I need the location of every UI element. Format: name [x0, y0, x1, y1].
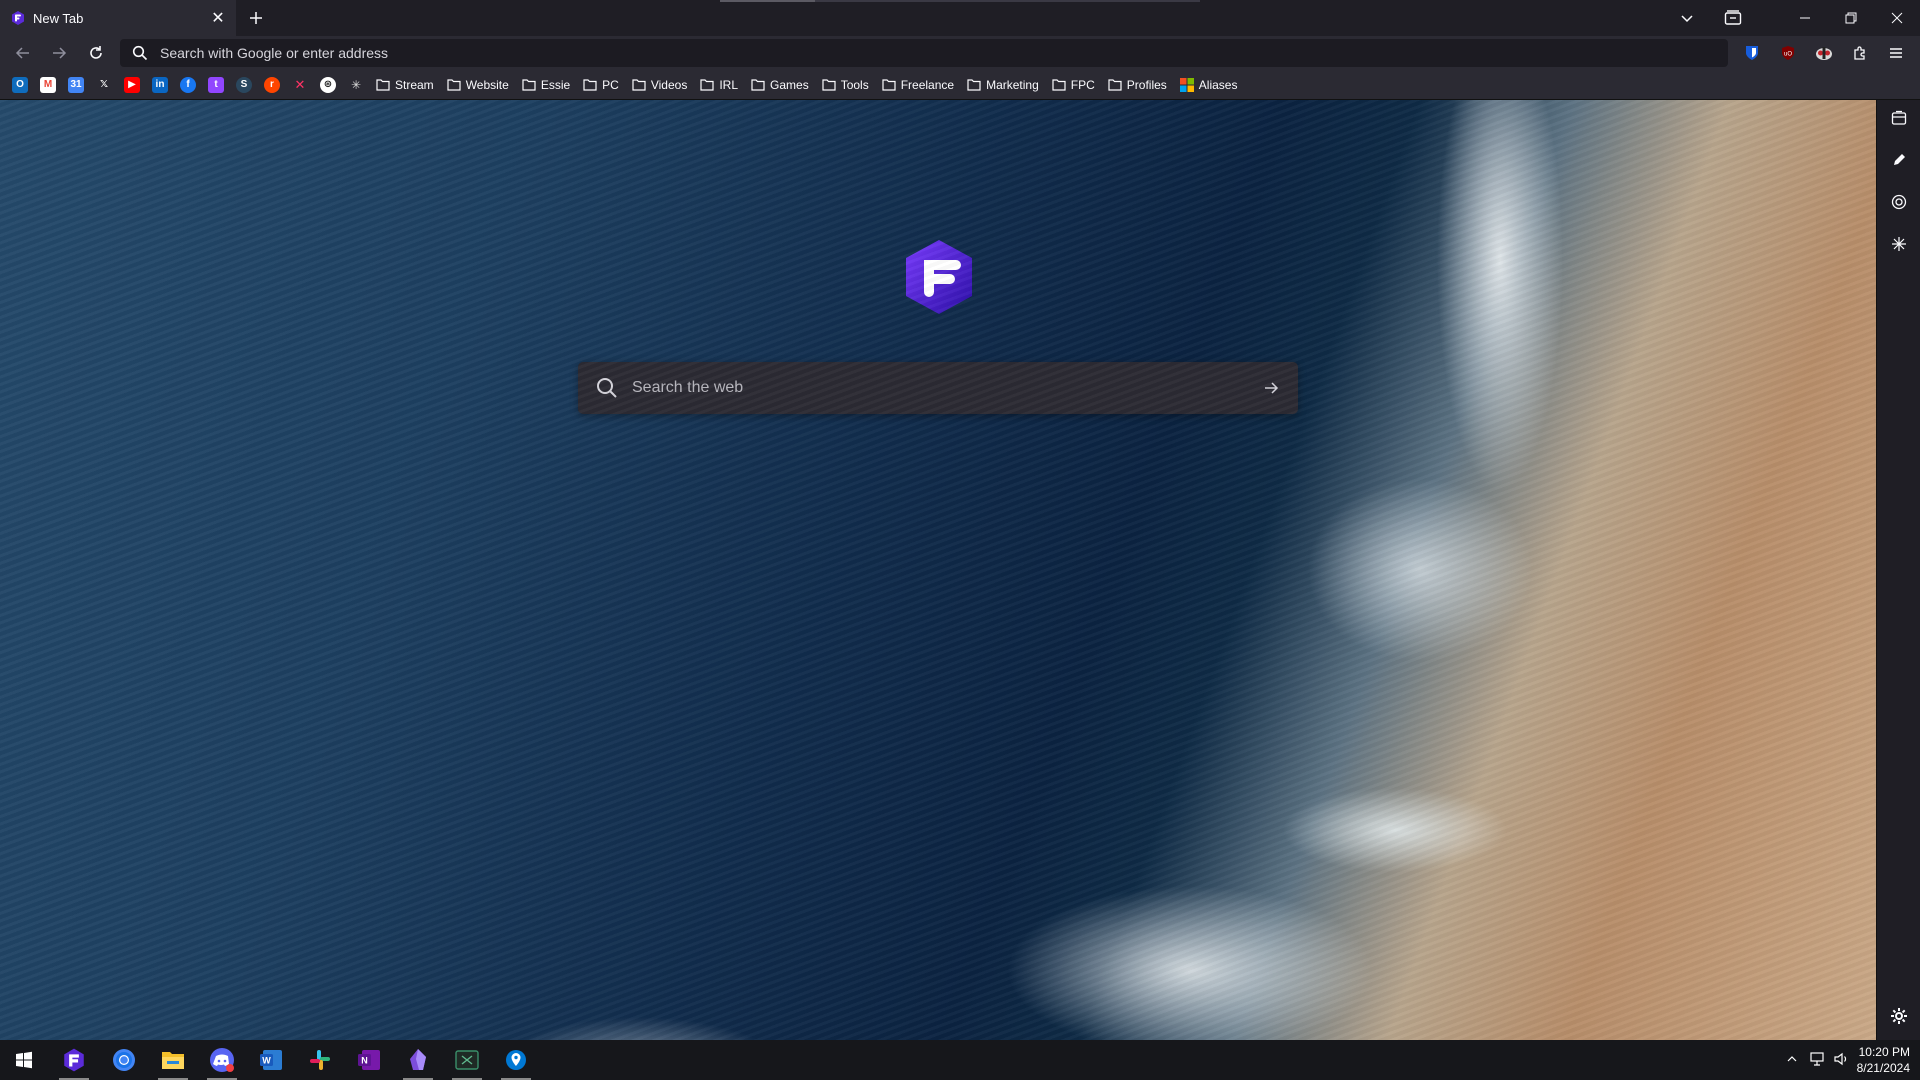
linkedin-icon[interactable]: in	[152, 76, 168, 93]
youtube-icon[interactable]: ▶	[124, 76, 140, 93]
browser-sidebar	[1876, 100, 1920, 1040]
firefox-view-icon[interactable]	[1710, 0, 1756, 36]
tab-strip: New Tab ✕	[0, 0, 1920, 36]
svg-text:uO: uO	[1784, 52, 1792, 58]
bookmark-folder-freelance[interactable]: Freelance	[882, 74, 954, 96]
word-icon[interactable]: W	[251, 1040, 291, 1080]
search-icon	[132, 45, 148, 61]
onenote-icon[interactable]: N	[349, 1040, 389, 1080]
folder-icon	[522, 78, 536, 91]
chatgpt-icon[interactable]	[1887, 190, 1911, 214]
x-icon[interactable]: 𝕏	[96, 77, 112, 93]
bitwarden-icon[interactable]	[1740, 41, 1764, 65]
bookmarks-toolbar: O M 31 𝕏 ▶ in f t S r ✕ ⊛ ✳ Stream Websi…	[0, 70, 1920, 100]
obsidian-icon[interactable]	[398, 1040, 438, 1080]
bookmark-folder-profiles[interactable]: Profiles	[1108, 74, 1167, 96]
reddit-icon[interactable]: r	[264, 76, 280, 93]
newtab-search-placeholder: Search the web	[632, 379, 744, 396]
gmail-icon[interactable]: M	[40, 76, 56, 93]
arrow-left-icon[interactable]	[11, 41, 35, 65]
discord-icon[interactable]	[202, 1040, 242, 1080]
bookmark-folder-website[interactable]: Website	[447, 74, 509, 96]
maps-icon[interactable]	[496, 1040, 536, 1080]
bookmark-folder-fpc[interactable]: FPC	[1052, 74, 1095, 96]
perplexity-icon[interactable]	[1887, 232, 1911, 256]
steam-icon[interactable]: S	[236, 76, 252, 93]
new-tab-page: Search the web	[0, 100, 1876, 1040]
floorp-logo-icon	[906, 240, 972, 314]
floorp-icon[interactable]	[54, 1040, 94, 1080]
clock[interactable]: 10:20 PM 8/21/2024	[1840, 1044, 1910, 1076]
facebook-icon[interactable]: f	[180, 76, 196, 93]
google-calendar-icon[interactable]: 31	[68, 76, 84, 93]
list-all-tabs-icon[interactable]	[1664, 0, 1710, 36]
privacy-badger-icon[interactable]	[1812, 41, 1836, 65]
clock-time: 10:20 PM	[1858, 1045, 1910, 1059]
nexus-icon[interactable]: ✕	[292, 77, 308, 93]
bookmark-folder-irl[interactable]: IRL	[700, 74, 738, 96]
floorp-icon	[12, 11, 24, 25]
bookmark-folder-essie[interactable]: Essie	[522, 74, 570, 96]
arrow-right-icon[interactable]	[47, 41, 71, 65]
plus-icon[interactable]	[244, 6, 268, 30]
minimize-icon[interactable]	[1782, 0, 1828, 36]
clock-date: 8/21/2024	[1856, 1061, 1910, 1075]
close-icon[interactable]	[1874, 0, 1920, 36]
terminal-icon[interactable]	[447, 1040, 487, 1080]
slack-icon[interactable]	[300, 1040, 340, 1080]
windows-taskbar: W N 10:20 PM 8/21/2024	[0, 1040, 1920, 1080]
folder-icon	[967, 78, 981, 91]
bookmark-folder-stream[interactable]: Stream	[376, 74, 434, 96]
navigation-toolbar: Search with Google or enter address uO	[0, 36, 1920, 70]
folder-icon	[632, 78, 646, 91]
file-explorer-icon[interactable]	[153, 1040, 193, 1080]
twitch-icon[interactable]: t	[208, 76, 224, 93]
bookmark-folder-games[interactable]: Games	[751, 74, 809, 96]
newtab-search-box[interactable]: Search the web	[578, 362, 1298, 414]
bookmarks-sidebar-icon[interactable]	[1887, 106, 1911, 130]
folder-icon	[376, 78, 390, 91]
menu-icon[interactable]	[1884, 41, 1908, 65]
folder-icon	[583, 78, 597, 91]
folder-icon	[1108, 78, 1122, 91]
restore-icon[interactable]	[1828, 0, 1874, 36]
outlook-icon[interactable]: O	[12, 76, 28, 93]
svg-text:N: N	[361, 1056, 368, 1066]
address-placeholder: Search with Google or enter address	[160, 45, 389, 61]
folder-icon	[1052, 78, 1066, 91]
folder-icon	[822, 78, 836, 91]
windows-start-icon[interactable]	[4, 1040, 44, 1080]
tab-new-tab[interactable]: New Tab ✕	[0, 0, 236, 36]
reload-icon[interactable]	[84, 41, 108, 65]
folder-icon	[700, 78, 714, 91]
folder-icon	[447, 78, 461, 91]
address-bar[interactable]: Search with Google or enter address	[120, 39, 1728, 67]
chevron-up-icon[interactable]	[1780, 1053, 1804, 1068]
search-icon	[597, 378, 617, 398]
perplexity-icon[interactable]: ✳	[348, 77, 364, 93]
chrome-icon[interactable]	[104, 1040, 144, 1080]
bookmark-folder-marketing[interactable]: Marketing	[967, 74, 1039, 96]
gear-icon[interactable]	[1887, 1004, 1911, 1028]
tab-strip-indicator	[720, 0, 1200, 2]
bookmark-aliases[interactable]: Aliases	[1179, 74, 1237, 96]
bookmark-folder-tools[interactable]: Tools	[822, 74, 869, 96]
notes-icon[interactable]	[1887, 148, 1911, 172]
extensions-puzzle-icon[interactable]	[1848, 41, 1872, 65]
svg-text:W: W	[262, 1056, 271, 1066]
chatgpt-icon[interactable]: ⊛	[320, 76, 336, 93]
network-icon[interactable]	[1804, 1051, 1830, 1069]
arrow-right-icon[interactable]	[1256, 373, 1286, 403]
folder-icon	[882, 78, 896, 91]
tab-title: New Tab	[33, 10, 84, 26]
bookmark-folder-pc[interactable]: PC	[583, 74, 619, 96]
folder-icon	[751, 78, 765, 91]
close-tab-icon[interactable]: ✕	[206, 6, 230, 30]
ublock-origin-icon[interactable]: uO	[1776, 41, 1800, 65]
microsoft-icon	[1179, 77, 1194, 92]
bookmark-folder-videos[interactable]: Videos	[632, 74, 687, 96]
